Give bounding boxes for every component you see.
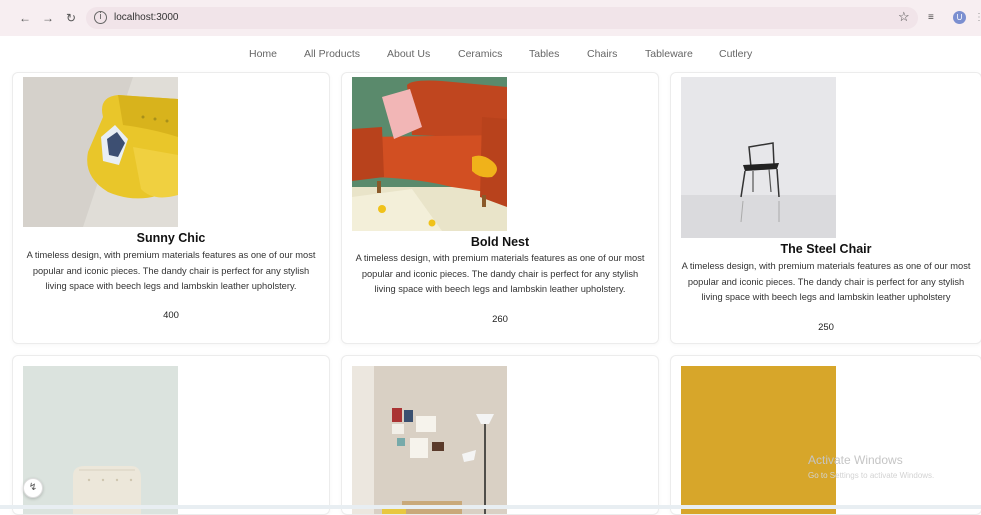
browser-menu-icon[interactable]: ⋮: [974, 11, 981, 25]
browser-toolbar: ← → ↻ i localhost:3000 ☆ ≡ U ⋮: [0, 0, 981, 36]
nav-link-ceramics[interactable]: Ceramics: [458, 47, 502, 61]
watermark-title: Activate Windows: [808, 453, 903, 467]
product-title: Sunny Chic: [136, 231, 206, 245]
product-image-red-sofa: [352, 77, 507, 231]
product-image-wall-gallery: [352, 366, 507, 514]
product-price: 260: [492, 314, 508, 325]
product-price: 250: [818, 322, 834, 333]
product-image-steel-chair: [681, 77, 836, 238]
product-image-white-chair: [23, 366, 178, 514]
nav-link-tableware[interactable]: Tableware: [645, 47, 693, 61]
reload-icon[interactable]: ↻: [64, 10, 78, 26]
nav-link-home[interactable]: Home: [249, 47, 277, 61]
nav-link-cutlery[interactable]: Cutlery: [719, 47, 752, 61]
forward-arrow-icon[interactable]: →: [41, 10, 55, 26]
product-image-mustard: [681, 366, 836, 514]
product-title: Bold Nest: [470, 235, 530, 249]
windows-activation-watermark: Activate Windows Go to Settings to activ…: [808, 453, 934, 483]
product-card[interactable]: [341, 355, 659, 515]
product-card[interactable]: Bold Nest A timeless design, with premiu…: [341, 72, 659, 344]
product-description: A timeless design, with premium material…: [355, 253, 645, 294]
product-description: A timeless design, with premium material…: [26, 250, 316, 291]
page-bottom-edge: [0, 505, 981, 509]
dev-tools-lightning-icon[interactable]: ↯: [23, 478, 43, 498]
product-card[interactable]: [670, 355, 981, 515]
product-image-yellow-sofa: [23, 77, 178, 227]
back-arrow-icon[interactable]: ←: [18, 10, 32, 26]
bookmark-star-icon[interactable]: ☆: [898, 9, 910, 25]
site-info-icon[interactable]: i: [94, 11, 107, 24]
nav-link-tables[interactable]: Tables: [529, 47, 559, 61]
nav-link-chairs[interactable]: Chairs: [587, 47, 617, 61]
site-navigation: Home All Products About Us Ceramics Tabl…: [0, 36, 981, 72]
nav-link-all-products[interactable]: All Products: [304, 47, 360, 61]
product-card[interactable]: Sunny Chic A timeless design, with premi…: [12, 72, 330, 344]
address-bar[interactable]: i localhost:3000: [86, 7, 918, 29]
watermark-subtitle: Go to Settings to activate Windows.: [808, 471, 935, 480]
product-card[interactable]: The Steel Chair A timeless design, with …: [670, 72, 981, 344]
product-title: The Steel Chair: [780, 242, 872, 256]
extensions-icon[interactable]: ≡: [928, 11, 934, 25]
profile-avatar[interactable]: U: [953, 11, 966, 24]
address-bar-url: localhost:3000: [114, 12, 179, 23]
product-card[interactable]: [12, 355, 330, 515]
product-price: 400: [163, 310, 179, 321]
product-description: A timeless design, with premium material…: [681, 261, 971, 302]
nav-link-about-us[interactable]: About Us: [387, 47, 430, 61]
